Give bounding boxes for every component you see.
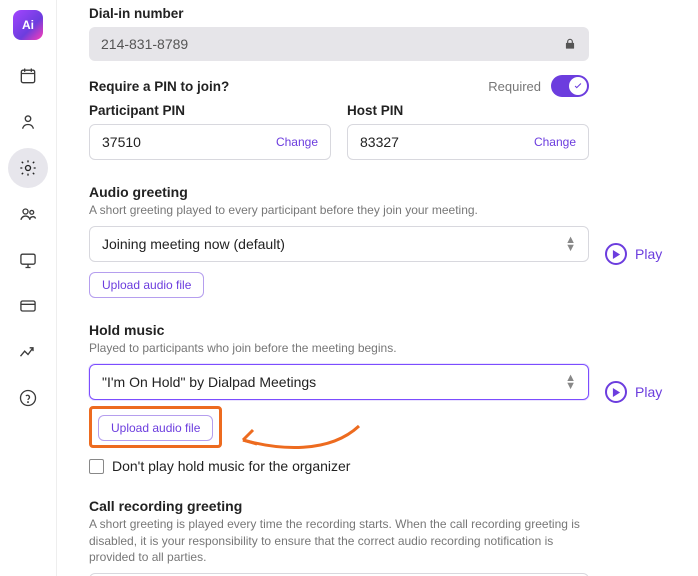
sidebar-billing[interactable]	[8, 286, 48, 326]
play-label: Play	[635, 384, 662, 400]
hold-music-heading: Hold music	[89, 322, 674, 338]
annotation-highlight: Upload audio file	[89, 406, 222, 448]
sidebar-profile[interactable]	[8, 102, 48, 142]
monitor-icon	[18, 250, 38, 270]
sidebar-people[interactable]	[8, 194, 48, 234]
toggle-knob	[569, 77, 587, 95]
host-pin-label: Host PIN	[347, 103, 589, 118]
call-recording-desc: A short greeting is played every time th…	[89, 516, 589, 565]
audio-greeting-select[interactable]: Joining meeting now (default) ▲▼	[89, 226, 589, 262]
participant-pin-box: 37510 Change	[89, 124, 331, 160]
hold-music-upload[interactable]: Upload audio file	[98, 415, 213, 441]
dial-in-value: 214-831-8789	[101, 36, 188, 52]
organizer-mute-checkbox[interactable]	[89, 459, 104, 474]
hold-music-play[interactable]: Play	[605, 381, 662, 403]
gear-icon	[18, 158, 38, 178]
people-icon	[18, 204, 38, 224]
hold-music-selected: "I'm On Hold" by Dialpad Meetings	[102, 374, 316, 390]
person-icon	[18, 112, 38, 132]
dial-in-value-box: 214-831-8789	[89, 27, 589, 61]
settings-panel: Dial-in number 214-831-8789 Require a PI…	[57, 0, 698, 576]
select-updown-icon: ▲▼	[565, 375, 576, 389]
dial-in-label: Dial-in number	[89, 6, 674, 21]
require-pin-label: Require a PIN to join?	[89, 79, 229, 94]
select-updown-icon: ▲▼	[565, 237, 576, 251]
sidebar: Ai	[0, 0, 56, 576]
help-icon	[18, 388, 38, 408]
require-pin-toggle[interactable]	[551, 75, 589, 97]
audio-greeting-desc: A short greeting played to every partici…	[89, 202, 589, 218]
card-icon	[18, 296, 38, 316]
audio-greeting-selected: Joining meeting now (default)	[102, 236, 285, 252]
sidebar-calendar[interactable]	[8, 56, 48, 96]
trend-icon	[18, 342, 38, 362]
host-pin-box: 83327 Change	[347, 124, 589, 160]
sidebar-display[interactable]	[8, 240, 48, 280]
play-label: Play	[635, 246, 662, 262]
sidebar-settings[interactable]	[8, 148, 48, 188]
participant-pin-label: Participant PIN	[89, 103, 331, 118]
audio-greeting-play[interactable]: Play	[605, 243, 662, 265]
annotation-arrow-icon	[229, 418, 369, 458]
host-pin-value: 83327	[360, 134, 399, 150]
sidebar-analytics[interactable]	[8, 332, 48, 372]
sidebar-help[interactable]	[8, 378, 48, 418]
hold-music-select[interactable]: "I'm On Hold" by Dialpad Meetings ▲▼	[89, 364, 589, 400]
require-pin-status: Required	[488, 79, 541, 94]
participant-pin-value: 37510	[102, 134, 141, 150]
check-icon	[573, 81, 583, 91]
audio-greeting-heading: Audio greeting	[89, 184, 674, 200]
host-pin-change[interactable]: Change	[534, 135, 576, 149]
hold-music-desc: Played to participants who join before t…	[89, 340, 589, 356]
lock-icon	[563, 37, 577, 51]
organizer-mute-label: Don't play hold music for the organizer	[112, 458, 350, 474]
play-circle-icon	[605, 381, 627, 403]
participant-pin-change[interactable]: Change	[276, 135, 318, 149]
audio-greeting-upload[interactable]: Upload audio file	[89, 272, 204, 298]
brand-logo: Ai	[13, 10, 43, 40]
call-recording-heading: Call recording greeting	[89, 498, 674, 514]
calendar-icon	[18, 66, 38, 86]
play-circle-icon	[605, 243, 627, 265]
